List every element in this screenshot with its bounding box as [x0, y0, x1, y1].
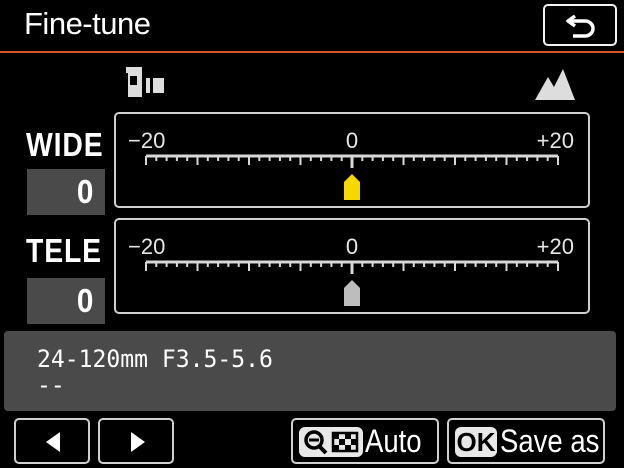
ok-key-icon: OK — [455, 427, 497, 457]
wide-value: 0 — [76, 173, 93, 210]
lens-name: 24-120mm F3.5-5.6 — [37, 345, 273, 373]
page-title: Fine-tune — [24, 6, 151, 41]
triangle-left-icon — [46, 432, 60, 452]
zoom-out-checker-icon — [299, 427, 363, 457]
auto-button[interactable]: Auto — [291, 418, 439, 464]
wide-scale-graphic: −20 0 +20 — [128, 128, 574, 200]
wide-scale-max-label: +20 — [537, 128, 574, 153]
back-button[interactable] — [543, 4, 617, 46]
tele-scale-mid-label: 0 — [346, 234, 358, 259]
wide-value-field[interactable]: 0 — [27, 169, 105, 215]
next-button[interactable] — [98, 418, 174, 464]
previous-button[interactable] — [14, 418, 90, 464]
tele-label: TELE — [26, 232, 102, 269]
tele-scale-graphic: −20 0 +20 — [128, 234, 574, 306]
tele-value-field[interactable]: 0 — [27, 278, 105, 324]
wide-scale-mid-label: 0 — [346, 128, 358, 153]
mountain-icon — [535, 69, 575, 100]
tele-scale-min-label: −20 — [128, 234, 165, 259]
triangle-right-icon — [131, 432, 145, 452]
tele-value: 0 — [76, 282, 93, 319]
tele-indicator — [344, 280, 360, 306]
lens-info-panel: 24-120mm F3.5-5.6 -- — [4, 331, 616, 411]
lens-secondary: -- — [37, 371, 65, 399]
save-as-label: Save as — [500, 423, 600, 459]
wide-scale-min-label: −20 — [128, 128, 165, 153]
auto-button-label: Auto — [365, 423, 422, 459]
header: Fine-tune — [0, 0, 624, 53]
return-arrow-icon — [566, 14, 595, 38]
wide-label: WIDE — [26, 126, 104, 163]
wide-scale[interactable]: −20 0 +20 — [114, 112, 590, 208]
tele-scale-max-label: +20 — [537, 234, 574, 259]
header-divider — [0, 51, 624, 53]
camera-subject-icon — [126, 67, 164, 97]
save-as-button[interactable]: OK Save as — [447, 418, 605, 464]
wide-indicator — [344, 174, 360, 200]
tele-scale[interactable]: −20 0 +20 — [114, 218, 590, 314]
